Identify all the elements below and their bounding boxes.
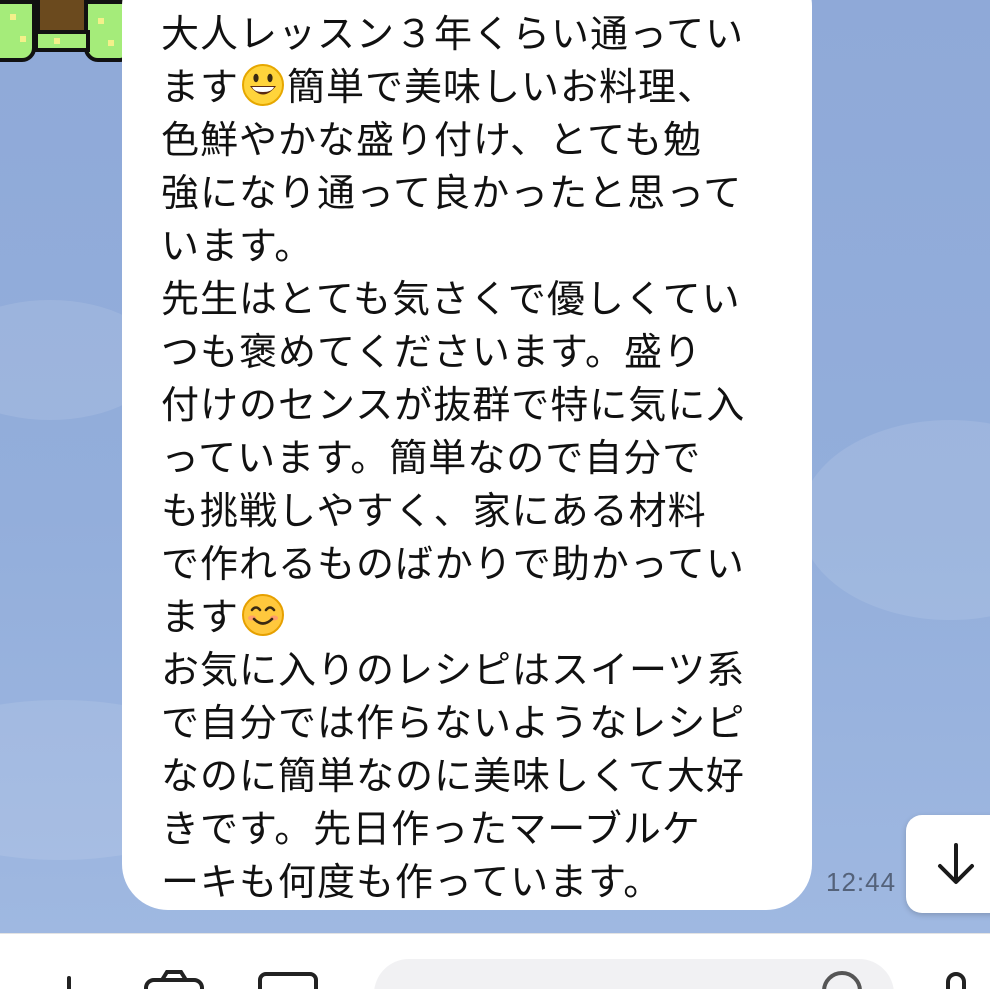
message-line: 色鮮やかな盛り付け、とても勉 [161,118,703,162]
message-toolbar [0,933,990,989]
plus-icon[interactable] [44,968,94,989]
camera-icon[interactable] [142,968,206,989]
avatar-dot [20,36,26,42]
avatar-bow-knot [34,30,90,52]
message-line: お気に入りのレシピはスイーツ系 [161,648,746,692]
message-timestamp: 12:44 [826,867,897,897]
message-line: います。 [161,224,314,268]
avatar-bow-center [36,0,88,34]
chat-area: 大人レッスン３年くらい通ってい ます 簡単で美味しいお料理、 色鮮やかな盛り付け… [0,0,990,933]
message-line: つも褒めてくださいます。盛り [161,330,703,374]
background-cloud [800,420,990,620]
message-line: 先生はとても気さくで優しくてい [161,277,741,321]
avatar-dot [10,14,16,20]
emoji-icon[interactable] [820,969,864,989]
scroll-to-bottom-button[interactable] [906,815,990,913]
message-text: ます [161,65,240,109]
message-line: で自分では作らないようなレシピ [161,701,746,745]
smiling-face-emoji [242,594,285,636]
message-line: 付けのセンスが抜群で特に気に入 [161,383,746,427]
avatar-dot [108,40,114,46]
mic-icon[interactable] [936,970,976,989]
message-line: 強になり通って良かったと思って [161,171,743,215]
avatar-dot [54,38,60,44]
message-line: も挑戦しやすく、家にある材料 [161,489,707,533]
arrow-down-icon [938,843,974,884]
message-line: ーキも何度も作っています。 [161,860,663,904]
message-line: っています。簡単なので自分で [161,436,702,480]
message-input[interactable] [374,959,894,989]
message-text: ます [161,595,240,639]
image-icon[interactable] [256,968,320,989]
message-line: きです。先日作ったマーブルケ [161,807,701,851]
message-text: 簡単で美味しいお料理、 [287,65,717,109]
grinning-face-emoji [242,64,285,106]
message-line: ます 簡単で美味しいお料理、 [161,61,776,114]
avatar-dot [98,18,104,24]
message-line: ます [161,591,776,644]
message-line: なのに簡単なのに美味しくて大好 [161,754,745,798]
message-line: で作れるものばかりで助かってい [161,542,745,586]
avatar-bow-left [0,0,36,62]
avatar[interactable] [0,0,128,70]
message-bubble[interactable]: 大人レッスン３年くらい通ってい ます 簡単で美味しいお料理、 色鮮やかな盛り付け… [122,0,812,910]
message-line: 大人レッスン３年くらい通ってい [161,12,745,56]
